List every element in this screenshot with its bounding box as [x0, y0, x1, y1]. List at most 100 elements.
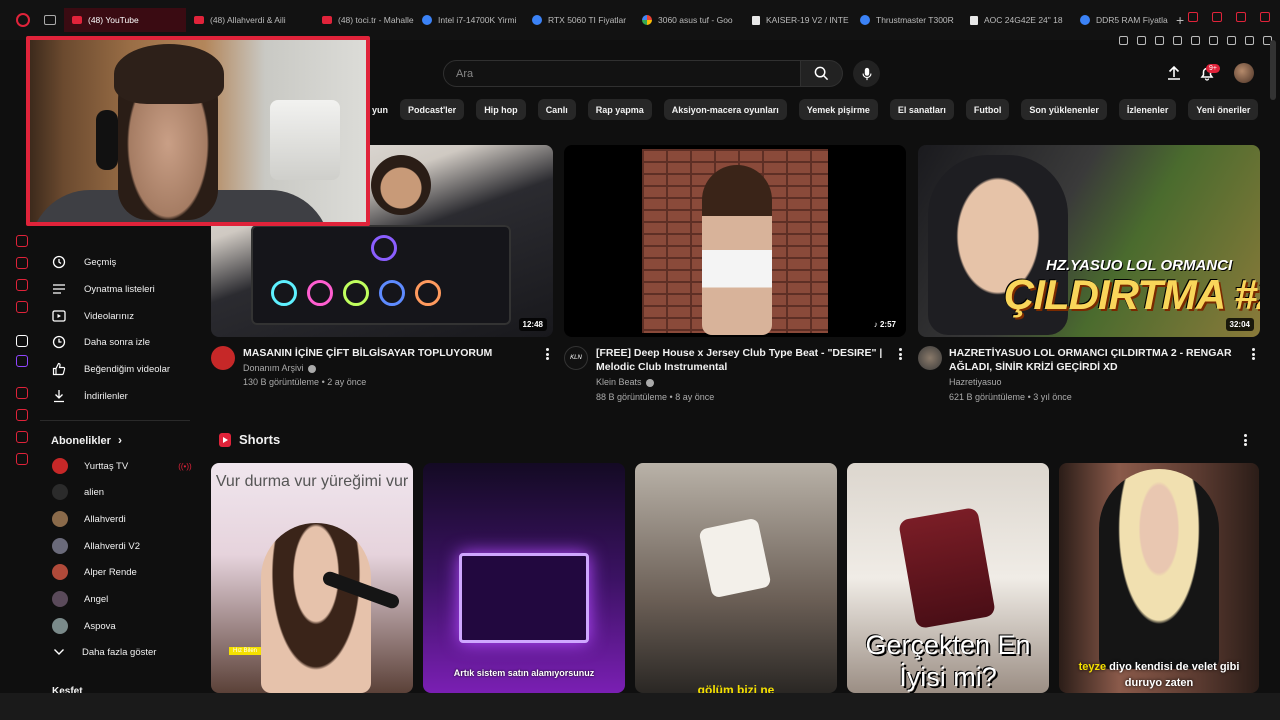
divider	[40, 420, 190, 421]
bookmark-icon	[970, 15, 978, 25]
channel-name[interactable]: Klein Beats	[596, 375, 654, 389]
history-rail-icon[interactable]	[16, 387, 28, 399]
sidebar-item-your-videos[interactable]: Videolarınız	[52, 306, 134, 326]
chip-yemek-pisirme[interactable]: Yemek pişirme	[798, 99, 878, 120]
short-card[interactable]: Artık sistem satın alamıyorsunuz	[423, 463, 625, 693]
sidebar-item-watch-later[interactable]: Daha sonra izle	[52, 332, 150, 352]
whatsapp-icon[interactable]	[16, 301, 28, 313]
sidebar-sub-alien[interactable]: alien	[52, 482, 104, 502]
opera-logo-icon[interactable]	[16, 13, 30, 27]
channel-avatar[interactable]: KLN	[564, 346, 588, 370]
chip-podcasts[interactable]: Podcast'ler	[400, 99, 465, 120]
screenshot-icon[interactable]	[1155, 36, 1164, 45]
tiktok-icon[interactable]	[16, 335, 28, 347]
cube-icon[interactable]	[16, 431, 28, 443]
more-options-icon[interactable]	[546, 348, 549, 360]
sidebar-sub-alper-rende[interactable]: Alper Rende	[52, 562, 137, 582]
sidebar-item-playlists[interactable]: Oynatma listeleri	[52, 279, 155, 299]
clock-icon[interactable]	[16, 409, 28, 421]
shorts-more-options-icon[interactable]	[1244, 434, 1247, 446]
messenger-icon[interactable]	[16, 279, 28, 291]
sidebar-sub-yurttas-tv[interactable]: Yurttaş TV ((•))	[52, 456, 192, 476]
liked-icon	[52, 362, 66, 376]
chip-el-sanatlari[interactable]: El sanatları	[889, 99, 954, 120]
history-icon	[52, 255, 66, 269]
video-meta: 130 B görüntüleme • 2 ay önce	[243, 377, 367, 387]
bag-icon[interactable]	[16, 257, 28, 269]
chip-izlenenler[interactable]: İzlenenler	[1118, 99, 1177, 120]
tab-thrustmaster[interactable]: Thrustmaster T300R	[852, 8, 962, 32]
sidebar-item-history[interactable]: Geçmiş	[52, 252, 116, 272]
short-card[interactable]: gölüm bizi ne	[635, 463, 837, 693]
share-icon[interactable]	[1137, 36, 1146, 45]
download-icon[interactable]	[1227, 36, 1236, 45]
tab-allahverdi[interactable]: (48) Allahverdi & Aili	[186, 8, 314, 32]
chip-yeni-oneriler[interactable]: Yeni öneriler	[1188, 99, 1259, 120]
tab-ddr5[interactable]: DDR5 RAM Fiyatlari	[1072, 8, 1168, 32]
video-title[interactable]: [FREE] Deep House x Jersey Club Type Bea…	[596, 346, 886, 374]
settings-icon[interactable]	[16, 453, 28, 465]
sidebar-item-liked-videos[interactable]: Beğendiğim videolar	[52, 359, 170, 379]
maximize-icon[interactable]	[1236, 12, 1246, 22]
chip-hip-hop[interactable]: Hip hop	[476, 99, 526, 120]
watch-later-icon	[52, 335, 66, 349]
headphones-icon	[96, 110, 118, 170]
play-icon[interactable]	[1191, 36, 1200, 45]
sidebar-show-more[interactable]: Daha fazla göster	[52, 642, 156, 662]
browser-tab-strip: (48) YouTube (48) Allahverdi & Aili (48)…	[0, 0, 1280, 40]
short-card[interactable]: Vur durma vur yüreğimi vur Hız Bilen	[211, 463, 413, 693]
channel-avatar[interactable]	[918, 346, 942, 370]
sidebar-sub-allahverdi[interactable]: Allahverdi	[52, 509, 126, 529]
close-icon[interactable]	[1260, 12, 1270, 22]
chip-son-yuklenenler[interactable]: Son yüklenenler	[1021, 99, 1107, 120]
chip-futbol[interactable]: Futbol	[965, 99, 1010, 120]
channel-name[interactable]: Hazretiyasuo	[949, 375, 1002, 389]
chip-rap-yapma[interactable]: Rap yapma	[587, 99, 652, 120]
tab-aoc[interactable]: AOC 24G42E 24" 18	[962, 8, 1072, 32]
subscriptions-heading[interactable]: Abonelikler ›	[51, 433, 122, 447]
tab-intel[interactable]: Intel i7-14700K Yirmi	[414, 8, 524, 32]
vpn-icon[interactable]	[1173, 36, 1182, 45]
scrollbar[interactable]	[1270, 40, 1276, 100]
tab-toci[interactable]: (48) toci.tr - Mahalle	[314, 8, 414, 32]
video-title[interactable]: MASANIN İÇİNE ÇİFT BİLGİSAYAR TOPLUYORUM	[243, 346, 523, 360]
new-tab-button[interactable]: +	[1176, 12, 1184, 28]
sidebar-sub-angel[interactable]: Angel	[52, 589, 108, 609]
create-upload-icon[interactable]	[1166, 65, 1182, 81]
tab-kaiser[interactable]: KAISER-19 V2 / INTE	[744, 8, 852, 32]
tab-youtube[interactable]: (48) YouTube	[64, 8, 186, 32]
tab-list-icon[interactable]	[44, 15, 56, 25]
tab-google[interactable]: 3060 asus tuf - Goo	[634, 8, 744, 32]
video-thumbnail[interactable]: HZ.YASUO LOL ORMANCI ÇILDIRTMA #2 32:04	[918, 145, 1260, 337]
wallet-icon[interactable]	[1245, 36, 1254, 45]
short-card[interactable]: teyze diyo kendisi de velet gibi duruyo …	[1059, 463, 1259, 693]
search-tabs-icon[interactable]	[1188, 12, 1198, 22]
twitch-icon[interactable]	[16, 355, 28, 367]
channel-name[interactable]: Donanım Arşivi	[243, 361, 316, 375]
chevron-down-icon	[54, 649, 64, 655]
sidebar-sub-aspova[interactable]: Aspova	[52, 616, 116, 636]
short-card[interactable]: Gerçekten En İyisi mi?	[847, 463, 1049, 693]
chip-aksiyon-macera[interactable]: Aksiyon-macera oyunları	[663, 99, 787, 120]
search-button[interactable]	[801, 60, 843, 87]
live-indicator-icon: ((•))	[178, 461, 192, 471]
fan-light	[271, 280, 297, 306]
voice-search-button[interactable]	[853, 60, 880, 87]
heart-icon[interactable]	[1209, 36, 1218, 45]
video-title[interactable]: HAZRETİYASUO LOL ORMANCI ÇILDIRTMA 2 - R…	[949, 346, 1239, 374]
tab-rtx[interactable]: RTX 5060 TI Fiyatlar	[524, 8, 634, 32]
pin-icon[interactable]	[1119, 36, 1128, 45]
more-options-icon[interactable]	[899, 348, 902, 360]
more-options-icon[interactable]	[1252, 348, 1255, 360]
aria-icon[interactable]	[16, 235, 28, 247]
account-avatar[interactable]	[1234, 63, 1254, 83]
download-icon	[54, 390, 64, 403]
video-thumbnail[interactable]: ♪ 2:57	[564, 145, 906, 337]
minimize-icon[interactable]	[1212, 12, 1222, 22]
sidebar-item-downloads[interactable]: İndirilenler	[52, 386, 128, 406]
channel-avatar[interactable]	[211, 346, 235, 370]
search-input[interactable]	[444, 61, 800, 86]
chip-canli[interactable]: Canlı	[537, 99, 576, 120]
chip-oyun[interactable]: yun	[372, 99, 388, 120]
sidebar-sub-allahverdi-v2[interactable]: Allahverdi V2	[52, 536, 140, 556]
